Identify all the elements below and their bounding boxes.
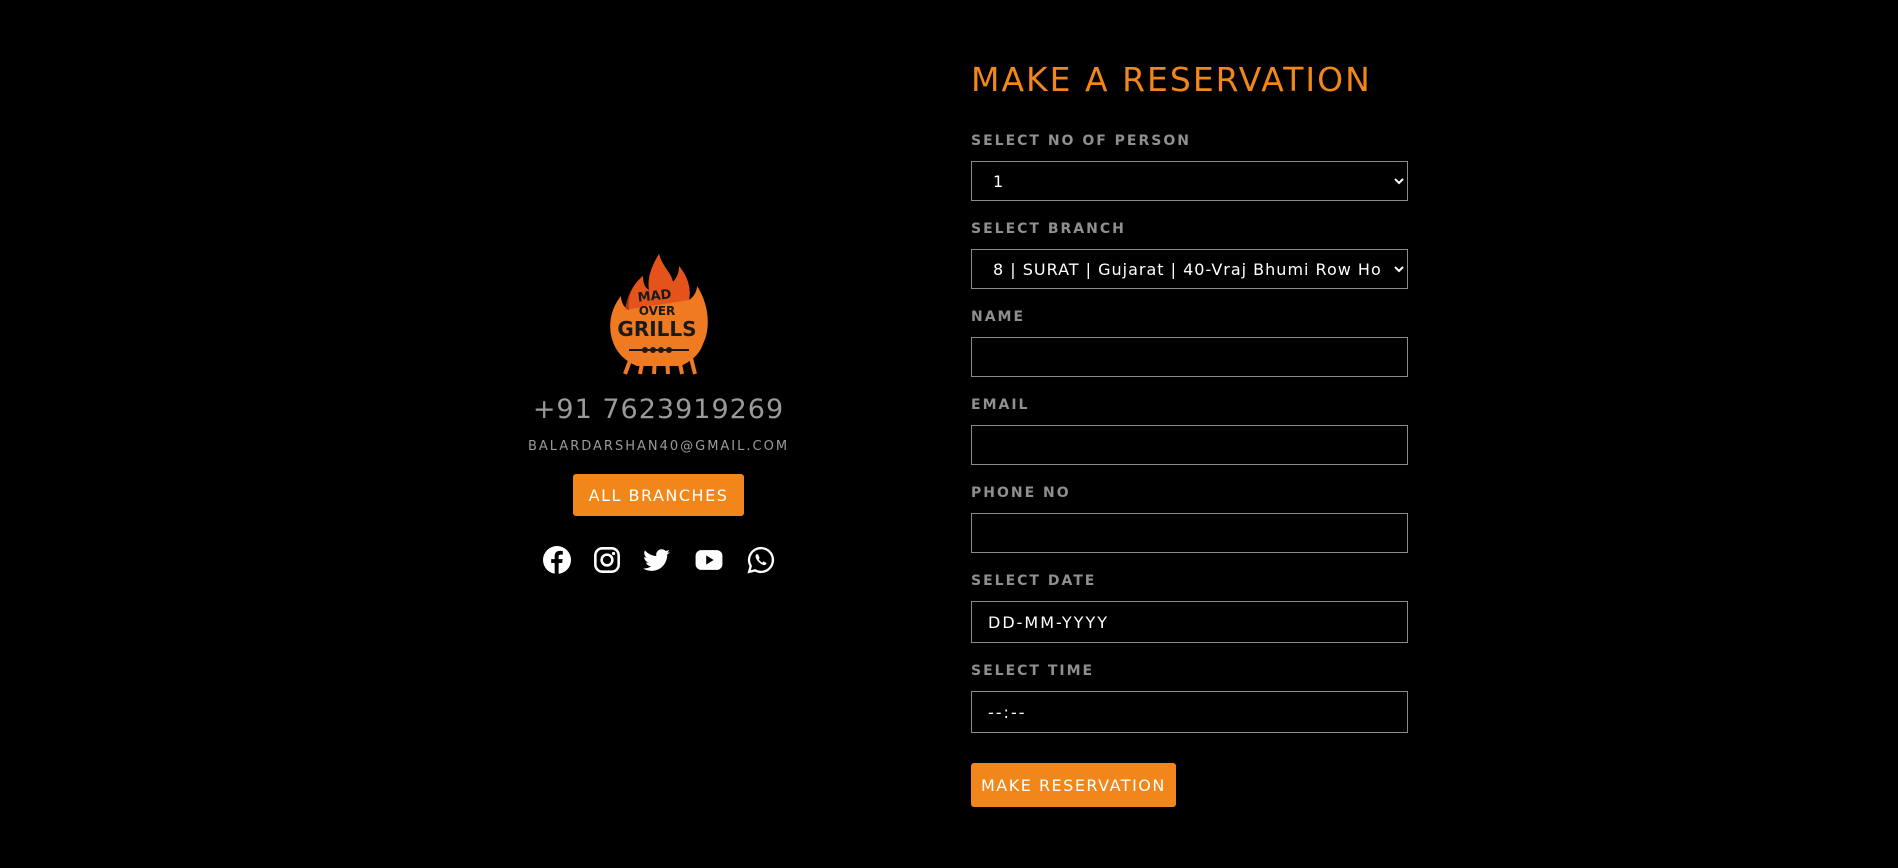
date-label: SELECT DATE [971,573,1097,589]
branch-select[interactable]: 8 | SURAT | Gujarat | 40-Vraj Bhumi Row … [971,249,1408,289]
email-label: EMAIL [971,397,1030,413]
social-links [542,546,775,574]
email-address: BALARDARSHAN40@GMAIL.COM [527,439,790,454]
contact-panel: MAD OVER GRILLS +91 7623919269 BALARDARS… [480,252,837,574]
whatsapp-icon[interactable] [746,546,775,574]
email-field[interactable] [971,425,1408,465]
twitter-icon[interactable] [642,546,671,574]
branch-label: SELECT BRANCH [971,221,1126,237]
youtube-icon[interactable] [693,546,725,574]
date-field[interactable] [971,601,1408,643]
persons-label: SELECT NO OF PERSON [971,133,1191,149]
time-label: SELECT TIME [971,663,1095,679]
page-title: MAKE A RESERVATION [971,60,1372,99]
all-branches-button[interactable]: ALL BRANCHES [572,474,745,516]
phone-field[interactable] [971,513,1408,553]
facebook-icon[interactable] [542,546,571,574]
persons-select[interactable]: 1 [971,161,1408,201]
reservation-form: MAKE A RESERVATION SELECT NO OF PERSON 1… [971,60,1408,807]
name-field[interactable] [971,337,1408,377]
svg-text:GRILLS: GRILLS [617,317,696,341]
make-reservation-button[interactable]: MAKE RESERVATION [971,763,1176,807]
mad-over-grills-logo: MAD OVER GRILLS [609,254,708,375]
time-field[interactable] [971,691,1408,733]
phone-label: PHONE NO [971,485,1071,501]
instagram-icon[interactable] [593,546,621,574]
phone-number: +91 7623919269 [532,394,785,425]
svg-text:OVER: OVER [638,304,675,318]
name-label: NAME [971,309,1026,325]
